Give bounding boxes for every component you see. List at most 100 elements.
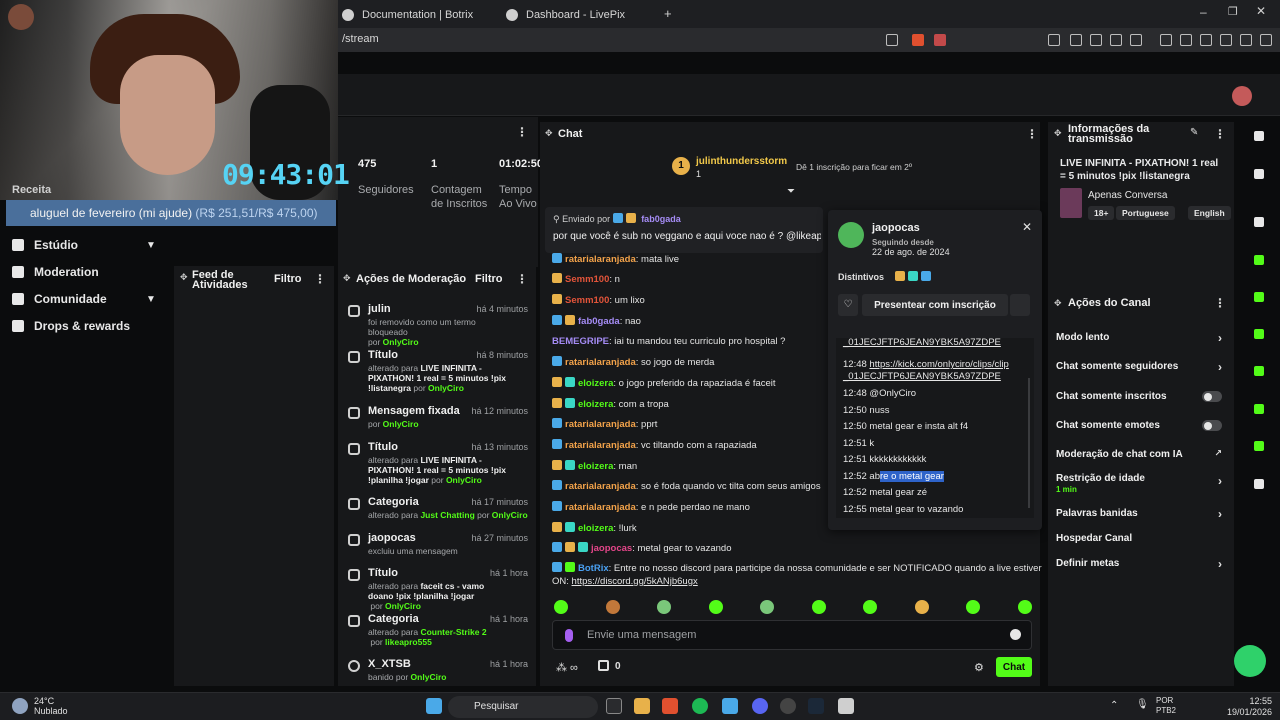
toggle-switch[interactable] (1202, 420, 1222, 431)
url-text[interactable]: /stream (342, 33, 379, 45)
extension-icon[interactable] (1048, 34, 1060, 46)
wrench-icon[interactable] (1248, 435, 1270, 457)
community-icon[interactable] (1248, 473, 1270, 495)
explorer-icon[interactable] (634, 698, 650, 714)
heart-button[interactable]: ♡ (838, 294, 858, 316)
share-icon[interactable] (886, 34, 898, 46)
chat-input[interactable]: Envie uma mensagem (552, 620, 1032, 650)
brave-shield-icon[interactable] (912, 34, 924, 46)
drag-handle-icon[interactable]: ✥ (1054, 128, 1062, 139)
leo-icon[interactable] (1220, 34, 1232, 46)
infinity-icon[interactable]: ⁂ ∞ (556, 661, 578, 674)
minimize-icon[interactable]: – (1200, 5, 1207, 19)
emote-icon[interactable] (811, 600, 826, 614)
emoji-icon[interactable] (1010, 629, 1021, 640)
menu-icon[interactable] (1260, 34, 1272, 46)
chat-send-button[interactable]: Chat (996, 657, 1032, 677)
chat-username[interactable]: ratarialaranjada (565, 481, 636, 492)
chat-username[interactable]: eloizera (578, 523, 613, 534)
more-icon[interactable]: ⋮ (314, 272, 326, 286)
action-subs-only[interactable]: Chat somente inscritos (1056, 391, 1228, 402)
close-icon[interactable]: ✕ (1022, 220, 1032, 234)
action-ai-moderation[interactable]: Moderação de chat com IA ↗ (1056, 448, 1228, 460)
steam-icon[interactable] (808, 698, 824, 714)
emote-icon[interactable] (657, 600, 671, 614)
gift-box-icon[interactable] (598, 660, 609, 671)
more-icon[interactable]: ⋮ (1026, 127, 1038, 141)
chat-username[interactable]: BEMEGRIPE (552, 336, 609, 347)
extension-icon[interactable] (1130, 34, 1142, 46)
edit-icon[interactable]: ✎ (1190, 127, 1198, 138)
notepad-icon[interactable] (722, 698, 738, 714)
chat-username[interactable]: eloizera (578, 378, 613, 389)
discord-link[interactable]: https://discord.gg/5kANjb6ugx (572, 576, 698, 587)
action-host-channel[interactable]: Hospedar Canal (1056, 533, 1228, 544)
collapse-icon[interactable]: ⏷ (787, 186, 795, 197)
livepix-widget-icon[interactable] (1234, 645, 1266, 677)
emote-icon[interactable] (760, 600, 774, 614)
chat-username[interactable]: ratarialaranjada (565, 357, 636, 368)
emote-icon[interactable] (708, 600, 723, 614)
close-window-icon[interactable]: ✕ (1256, 4, 1266, 18)
chat-icon[interactable] (1248, 323, 1270, 345)
spotify-icon[interactable] (692, 698, 708, 714)
edit-icon[interactable] (1200, 34, 1212, 46)
feed-filter[interactable]: Filtro (274, 273, 302, 285)
sidebar-item-comunidade[interactable]: Comunidade ▼ (12, 292, 156, 306)
action-banned-words[interactable]: Palavras banidas › (1056, 507, 1228, 521)
list-icon[interactable] (1248, 398, 1270, 420)
gift-sub-button[interactable]: Presentear com inscrição (862, 294, 1008, 316)
chat-input-placeholder[interactable]: Envie uma mensagem (587, 629, 696, 641)
toggle-switch[interactable] (1202, 391, 1222, 402)
chat-username[interactable]: fab0gada (578, 316, 620, 327)
emote-icon[interactable] (554, 600, 568, 614)
chat-username[interactable]: ratarialaranjada (565, 254, 636, 265)
task-view-icon[interactable] (606, 698, 622, 714)
top-gifter-name[interactable]: julinthundersstorm (696, 156, 787, 167)
discord-icon[interactable] (752, 698, 768, 714)
sidebar-item-estudio[interactable]: Estúdio ▼ (12, 238, 156, 252)
new-tab-icon[interactable]: + (664, 6, 672, 21)
extension-icon[interactable] (1070, 34, 1082, 46)
brave-rewards-icon[interactable] (934, 34, 946, 46)
emote-icon[interactable] (1017, 600, 1032, 614)
obs-icon[interactable] (780, 698, 796, 714)
chat-username[interactable]: ratarialaranjada (565, 440, 636, 451)
avatar[interactable] (1232, 86, 1252, 106)
extension-icon[interactable] (1110, 34, 1122, 46)
more-gift-button[interactable] (1010, 294, 1030, 316)
emote-icon[interactable] (914, 600, 929, 614)
settings-gear-icon[interactable]: ⚙ (974, 661, 984, 674)
media-icon[interactable] (1160, 34, 1172, 46)
more-icon[interactable]: ⋮ (1214, 296, 1226, 310)
microphone-icon[interactable] (565, 629, 573, 642)
action-slow-mode[interactable]: Modo lento › (1056, 331, 1228, 345)
action-emotes-only[interactable]: Chat somente emotes (1056, 420, 1228, 431)
more-icon[interactable]: ⋮ (1214, 127, 1226, 141)
emote-icon[interactable] (605, 600, 620, 614)
chat-username[interactable]: BotRix (578, 563, 609, 574)
chat-username[interactable]: Semm100 (565, 295, 609, 306)
info-icon[interactable] (1248, 125, 1270, 147)
browser-tab[interactable]: Documentation | Botrix (332, 4, 483, 26)
crop-icon[interactable] (1248, 211, 1270, 233)
system-clock[interactable]: 12:55 19/01/2026 (1227, 696, 1272, 718)
brave-icon[interactable] (662, 698, 678, 714)
chat-username[interactable]: Semm100 (565, 274, 609, 285)
sidebar-item-moderation[interactable]: Moderation (12, 265, 99, 279)
restore-icon[interactable]: ❐ (1228, 5, 1238, 18)
edit-icon[interactable] (1248, 163, 1270, 185)
windows-start-icon[interactable] (426, 698, 442, 714)
sidebar-item-drops[interactable]: Drops & rewards (12, 319, 130, 333)
drag-handle-icon[interactable]: ✥ (180, 272, 188, 283)
calculator-icon[interactable] (838, 698, 854, 714)
stats-icon[interactable] (1248, 286, 1270, 308)
browser-tab[interactable]: Dashboard - LivePix (496, 4, 635, 26)
language-indicator[interactable]: POR PTB2 (1156, 696, 1176, 716)
drag-handle-icon[interactable]: ✥ (545, 128, 553, 139)
scrollbar[interactable] (1028, 378, 1030, 508)
emote-icon[interactable] (863, 600, 877, 614)
microphone-tray-icon[interactable]: 🎙 (1136, 699, 1149, 710)
modlog-filter[interactable]: Filtro (475, 273, 503, 285)
action-set-goals[interactable]: Definir metas › (1056, 557, 1228, 571)
